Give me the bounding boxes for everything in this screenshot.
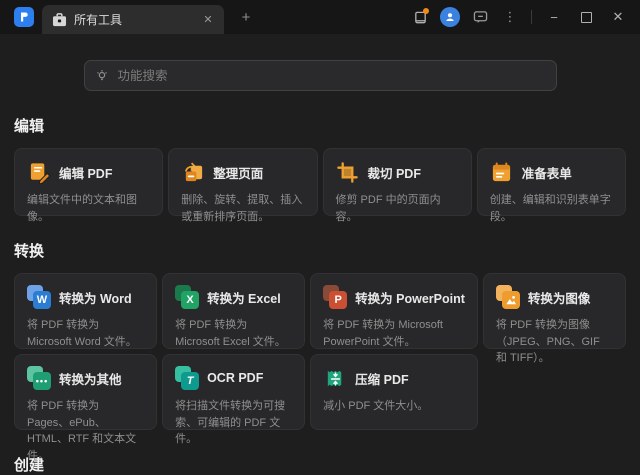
tool-card-title: 转换为 Word [59, 288, 132, 307]
prepare-form-icon [490, 160, 514, 184]
feature-search-bar[interactable] [84, 60, 557, 91]
tool-card-title: 压缩 PDF [355, 369, 408, 388]
titlebar: 所有工具 ✕ + ⋮ [0, 0, 640, 34]
tool-card-desc: 将 PDF 转换为 Microsoft Excel 文件。 [175, 317, 292, 350]
pdfelement-flag-icon [18, 11, 30, 23]
crop-pdf-icon [336, 160, 360, 184]
feedback-button[interactable] [467, 5, 493, 29]
tool-card-title: 转换为 PowerPoint [355, 288, 465, 307]
tool-card-title: 编辑 PDF [59, 163, 112, 182]
tab-all-tools[interactable]: 所有工具 ✕ [42, 5, 224, 34]
tool-card-title: 整理页面 [213, 163, 263, 182]
account-button[interactable] [437, 5, 463, 29]
tool-card-desc: 编辑文件中的文本和图像。 [27, 192, 150, 225]
tab-close-icon[interactable]: ✕ [200, 12, 216, 28]
tool-card-desc: 将 PDF 转换为 Pages、ePub、HTML、RTF 和文本文件。 [27, 398, 144, 464]
new-tab-button[interactable]: + [234, 5, 258, 29]
maximize-icon [581, 12, 592, 23]
image-icon [496, 285, 520, 309]
ocr-icon: T [175, 366, 199, 390]
titlebar-actions: ⋮ − ✕ [407, 0, 640, 34]
person-icon [444, 11, 456, 23]
tool-card-desc: 删除、旋转、提取、插入或重新排序页面。 [181, 192, 304, 225]
tool-card-title: 准备表单 [522, 163, 572, 182]
tool-card-desc: 修剪 PDF 中的页面内容。 [336, 192, 459, 225]
titlebar-divider [531, 10, 532, 24]
tool-card-convert-other[interactable]: ••• 转换为其他 将 PDF 转换为 Pages、ePub、HTML、RTF … [14, 354, 157, 430]
tool-card-desc: 将 PDF 转换为 Microsoft Word 文件。 [27, 317, 144, 350]
tool-card-organize-pages[interactable]: 整理页面 删除、旋转、提取、插入或重新排序页面。 [168, 148, 317, 216]
excel-icon: X [175, 285, 199, 309]
tool-card-desc: 减小 PDF 文件大小。 [323, 398, 465, 415]
tool-card-crop-pdf[interactable]: 裁切 PDF 修剪 PDF 中的页面内容。 [323, 148, 472, 216]
all-tools-page: 编辑 编辑 PDF 编辑文件中的文本和图像。 [0, 115, 640, 475]
tool-card-title: 转换为 Excel [207, 288, 281, 307]
edit-pdf-icon [27, 160, 51, 184]
more-menu-icon[interactable]: ⋮ [497, 5, 523, 29]
toolbox-icon [52, 13, 67, 27]
close-button[interactable]: ✕ [604, 5, 632, 29]
tool-card-title: OCR PDF [207, 371, 263, 385]
app-logo-icon[interactable] [14, 7, 34, 27]
search-input[interactable] [116, 68, 546, 84]
tool-card-compress-pdf[interactable]: 压缩 PDF 减小 PDF 文件大小。 [310, 354, 478, 430]
tab-title: 所有工具 [74, 11, 193, 28]
maximize-button[interactable] [572, 5, 600, 29]
more-formats-icon: ••• [27, 366, 51, 390]
tool-card-convert-word[interactable]: W 转换为 Word 将 PDF 转换为 Microsoft Word 文件。 [14, 273, 157, 349]
mountain-sun-icon [505, 294, 517, 306]
word-icon: W [27, 285, 51, 309]
organize-pages-icon [181, 160, 205, 184]
tool-card-title: 裁切 PDF [368, 163, 421, 182]
tool-card-title: 转换为其他 [59, 369, 122, 388]
tool-card-edit-pdf[interactable]: 编辑 PDF 编辑文件中的文本和图像。 [14, 148, 163, 216]
section-title-convert: 转换 [14, 240, 626, 261]
tool-card-desc: 将 PDF 转换为 Microsoft PowerPoint 文件。 [323, 317, 465, 350]
notification-dot [423, 8, 429, 14]
tool-card-desc: 将 PDF 转换为图像（JPEG、PNG、GIF 和 TIFF）。 [496, 317, 613, 367]
powerpoint-icon: P [323, 285, 347, 309]
tool-card-desc: 将扫描文件转换为可搜索、可编辑的 PDF 文件。 [175, 398, 292, 448]
tool-card-title: 转换为图像 [528, 288, 591, 307]
user-avatar [440, 7, 460, 27]
tool-card-desc: 创建、编辑和识别表单字段。 [490, 192, 613, 225]
tool-card-convert-excel[interactable]: X 转换为 Excel 将 PDF 转换为 Microsoft Excel 文件… [162, 273, 305, 349]
tool-card-prepare-form[interactable]: 准备表单 创建、编辑和识别表单字段。 [477, 148, 626, 216]
tool-card-convert-powerpoint[interactable]: P 转换为 PowerPoint 将 PDF 转换为 Microsoft Pow… [310, 273, 478, 349]
feedback-bubble-icon [473, 10, 488, 24]
edit-tools-grid: 编辑 PDF 编辑文件中的文本和图像。 整理页面 删除、旋转、提取、插入或重新排… [14, 148, 626, 216]
minimize-button[interactable]: − [540, 5, 568, 29]
compress-icon [323, 366, 347, 390]
convert-tools-grid: W 转换为 Word 将 PDF 转换为 Microsoft Word 文件。 … [14, 273, 626, 430]
tool-card-ocr-pdf[interactable]: T OCR PDF 将扫描文件转换为可搜索、可编辑的 PDF 文件。 [162, 354, 305, 430]
whats-new-icon[interactable] [407, 5, 433, 29]
tool-card-convert-image[interactable]: 转换为图像 将 PDF 转换为图像（JPEG、PNG、GIF 和 TIFF）。 [483, 273, 626, 349]
section-title-edit: 编辑 [14, 115, 626, 136]
idea-bulb-icon [95, 69, 109, 83]
